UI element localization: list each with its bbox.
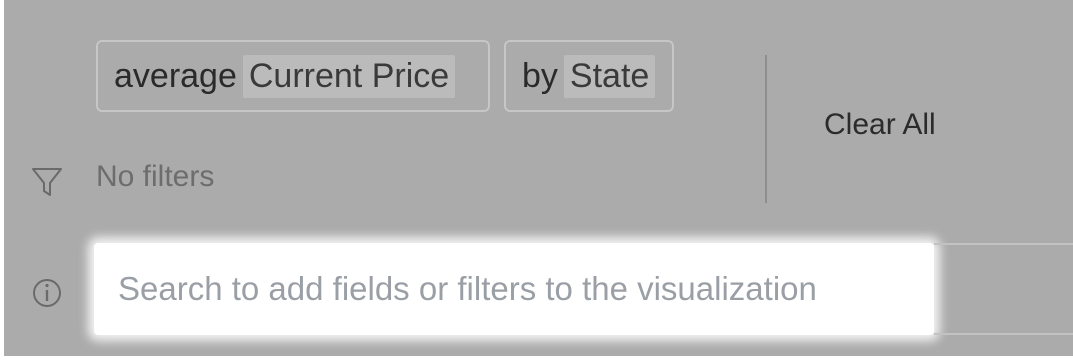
vertical-divider [765,55,767,203]
query-pill-by-state[interactable]: by State [504,40,674,112]
ask-data-panel-frame: average Current Price by State Clear All… [0,0,1073,362]
info-icon[interactable] [30,276,64,310]
clear-all-button[interactable]: Clear All [824,108,936,142]
search-input[interactable] [94,243,934,335]
aggregation-label: average [114,56,237,95]
no-filters-label: No filters [96,160,215,193]
query-pill-average[interactable]: average Current Price [96,40,490,112]
field-name-state: State [563,54,656,98]
search-field-box [94,243,934,335]
filter-funnel-icon [32,168,62,196]
grouping-label: by [522,56,558,95]
search-field-extension [934,243,1073,335]
field-name-current-price: Current Price [242,54,456,98]
